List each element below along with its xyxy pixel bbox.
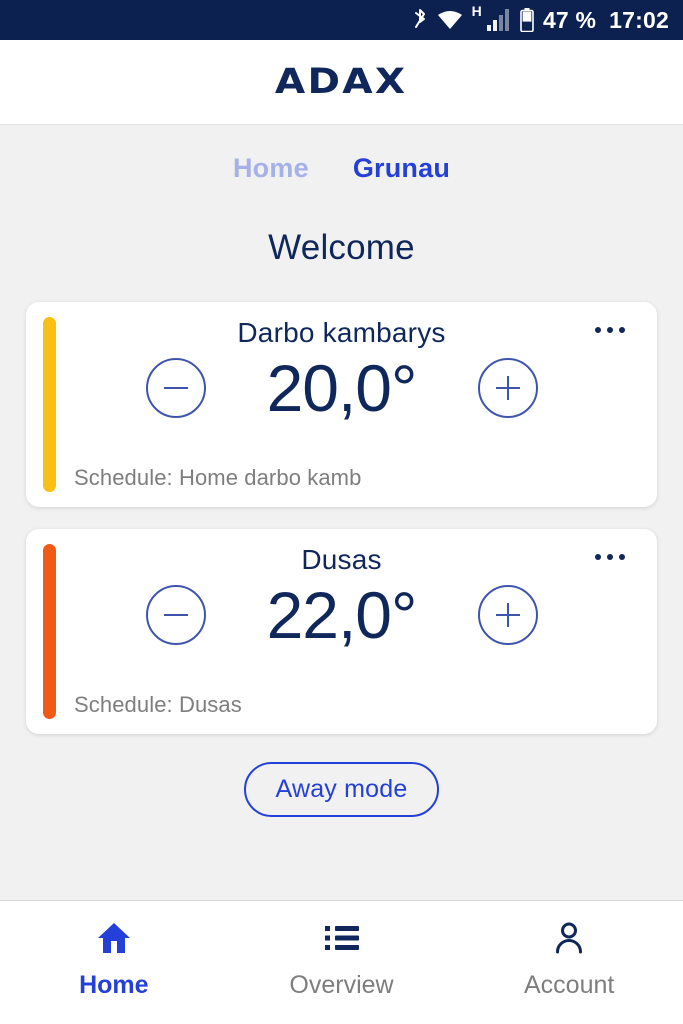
dot bbox=[607, 327, 613, 333]
nav-item-overview[interactable]: Overview bbox=[228, 919, 456, 1000]
room-name: Darbo kambarys bbox=[237, 317, 446, 348]
clock-label: 17:02 bbox=[609, 6, 669, 33]
home-tabs: Home Grunau bbox=[233, 153, 450, 184]
wifi-icon bbox=[437, 9, 463, 31]
nav-label-overview: Overview bbox=[289, 971, 394, 999]
room-card[interactable]: Dusas 22,0° Schedule: Dusas bbox=[26, 529, 657, 734]
nav-item-home[interactable]: Home bbox=[0, 919, 228, 1000]
main-content: Home Grunau Welcome Darbo kambarys 20,0° bbox=[0, 125, 683, 900]
nav-label-account: Account bbox=[524, 971, 615, 999]
room-temperature-controls: 22,0° bbox=[48, 582, 635, 648]
room-menu-icon[interactable] bbox=[589, 321, 631, 339]
dot bbox=[619, 327, 625, 333]
increase-temperature-button[interactable] bbox=[477, 357, 538, 418]
room-schedule: Schedule: Home darbo kamb bbox=[74, 465, 362, 490]
increase-temperature-button[interactable] bbox=[477, 584, 538, 645]
bluetooth-icon bbox=[412, 8, 428, 32]
away-mode-container: Away mode bbox=[0, 762, 683, 817]
dot bbox=[595, 554, 601, 560]
dot bbox=[595, 327, 601, 333]
decrease-temperature-button[interactable] bbox=[145, 584, 206, 645]
tab-home[interactable]: Home bbox=[233, 153, 309, 184]
room-card[interactable]: Darbo kambarys 20,0° Schedule: Home darb… bbox=[26, 302, 657, 507]
room-card-list: Darbo kambarys 20,0° Schedule: Home darb… bbox=[0, 302, 683, 734]
person-icon bbox=[552, 919, 586, 957]
room-temperature-controls: 20,0° bbox=[48, 355, 635, 421]
network-type-label: H bbox=[471, 3, 482, 19]
home-icon bbox=[96, 919, 132, 957]
dot bbox=[607, 554, 613, 560]
list-icon bbox=[324, 919, 360, 957]
room-menu-icon[interactable] bbox=[589, 548, 631, 566]
room-schedule: Schedule: Dusas bbox=[74, 692, 242, 717]
battery-icon bbox=[520, 8, 534, 32]
nav-label-home: Home bbox=[79, 971, 149, 999]
cellular-signal-icon bbox=[486, 9, 511, 31]
page-title: Welcome bbox=[268, 228, 415, 267]
tab-grunau[interactable]: Grunau bbox=[353, 153, 450, 184]
nav-item-account[interactable]: Account bbox=[455, 919, 683, 1000]
app-screen: H 47 % 17:02 ADAX Home Grunau Welcome Da… bbox=[0, 0, 683, 1024]
bottom-navigation: Home Overview Account bbox=[0, 900, 683, 1024]
room-temperature: 20,0° bbox=[266, 350, 418, 425]
room-name: Dusas bbox=[301, 544, 382, 575]
room-status-bar bbox=[43, 317, 56, 492]
room-temperature: 22,0° bbox=[266, 577, 418, 652]
dot bbox=[619, 554, 625, 560]
room-status-bar bbox=[43, 544, 56, 719]
decrease-temperature-button[interactable] bbox=[145, 357, 206, 418]
adax-logo: ADAX bbox=[275, 62, 408, 102]
app-header: ADAX bbox=[0, 40, 683, 125]
battery-percent-label: 47 % bbox=[542, 6, 597, 33]
status-bar: H 47 % 17:02 bbox=[0, 0, 683, 40]
away-mode-button[interactable]: Away mode bbox=[243, 762, 440, 817]
